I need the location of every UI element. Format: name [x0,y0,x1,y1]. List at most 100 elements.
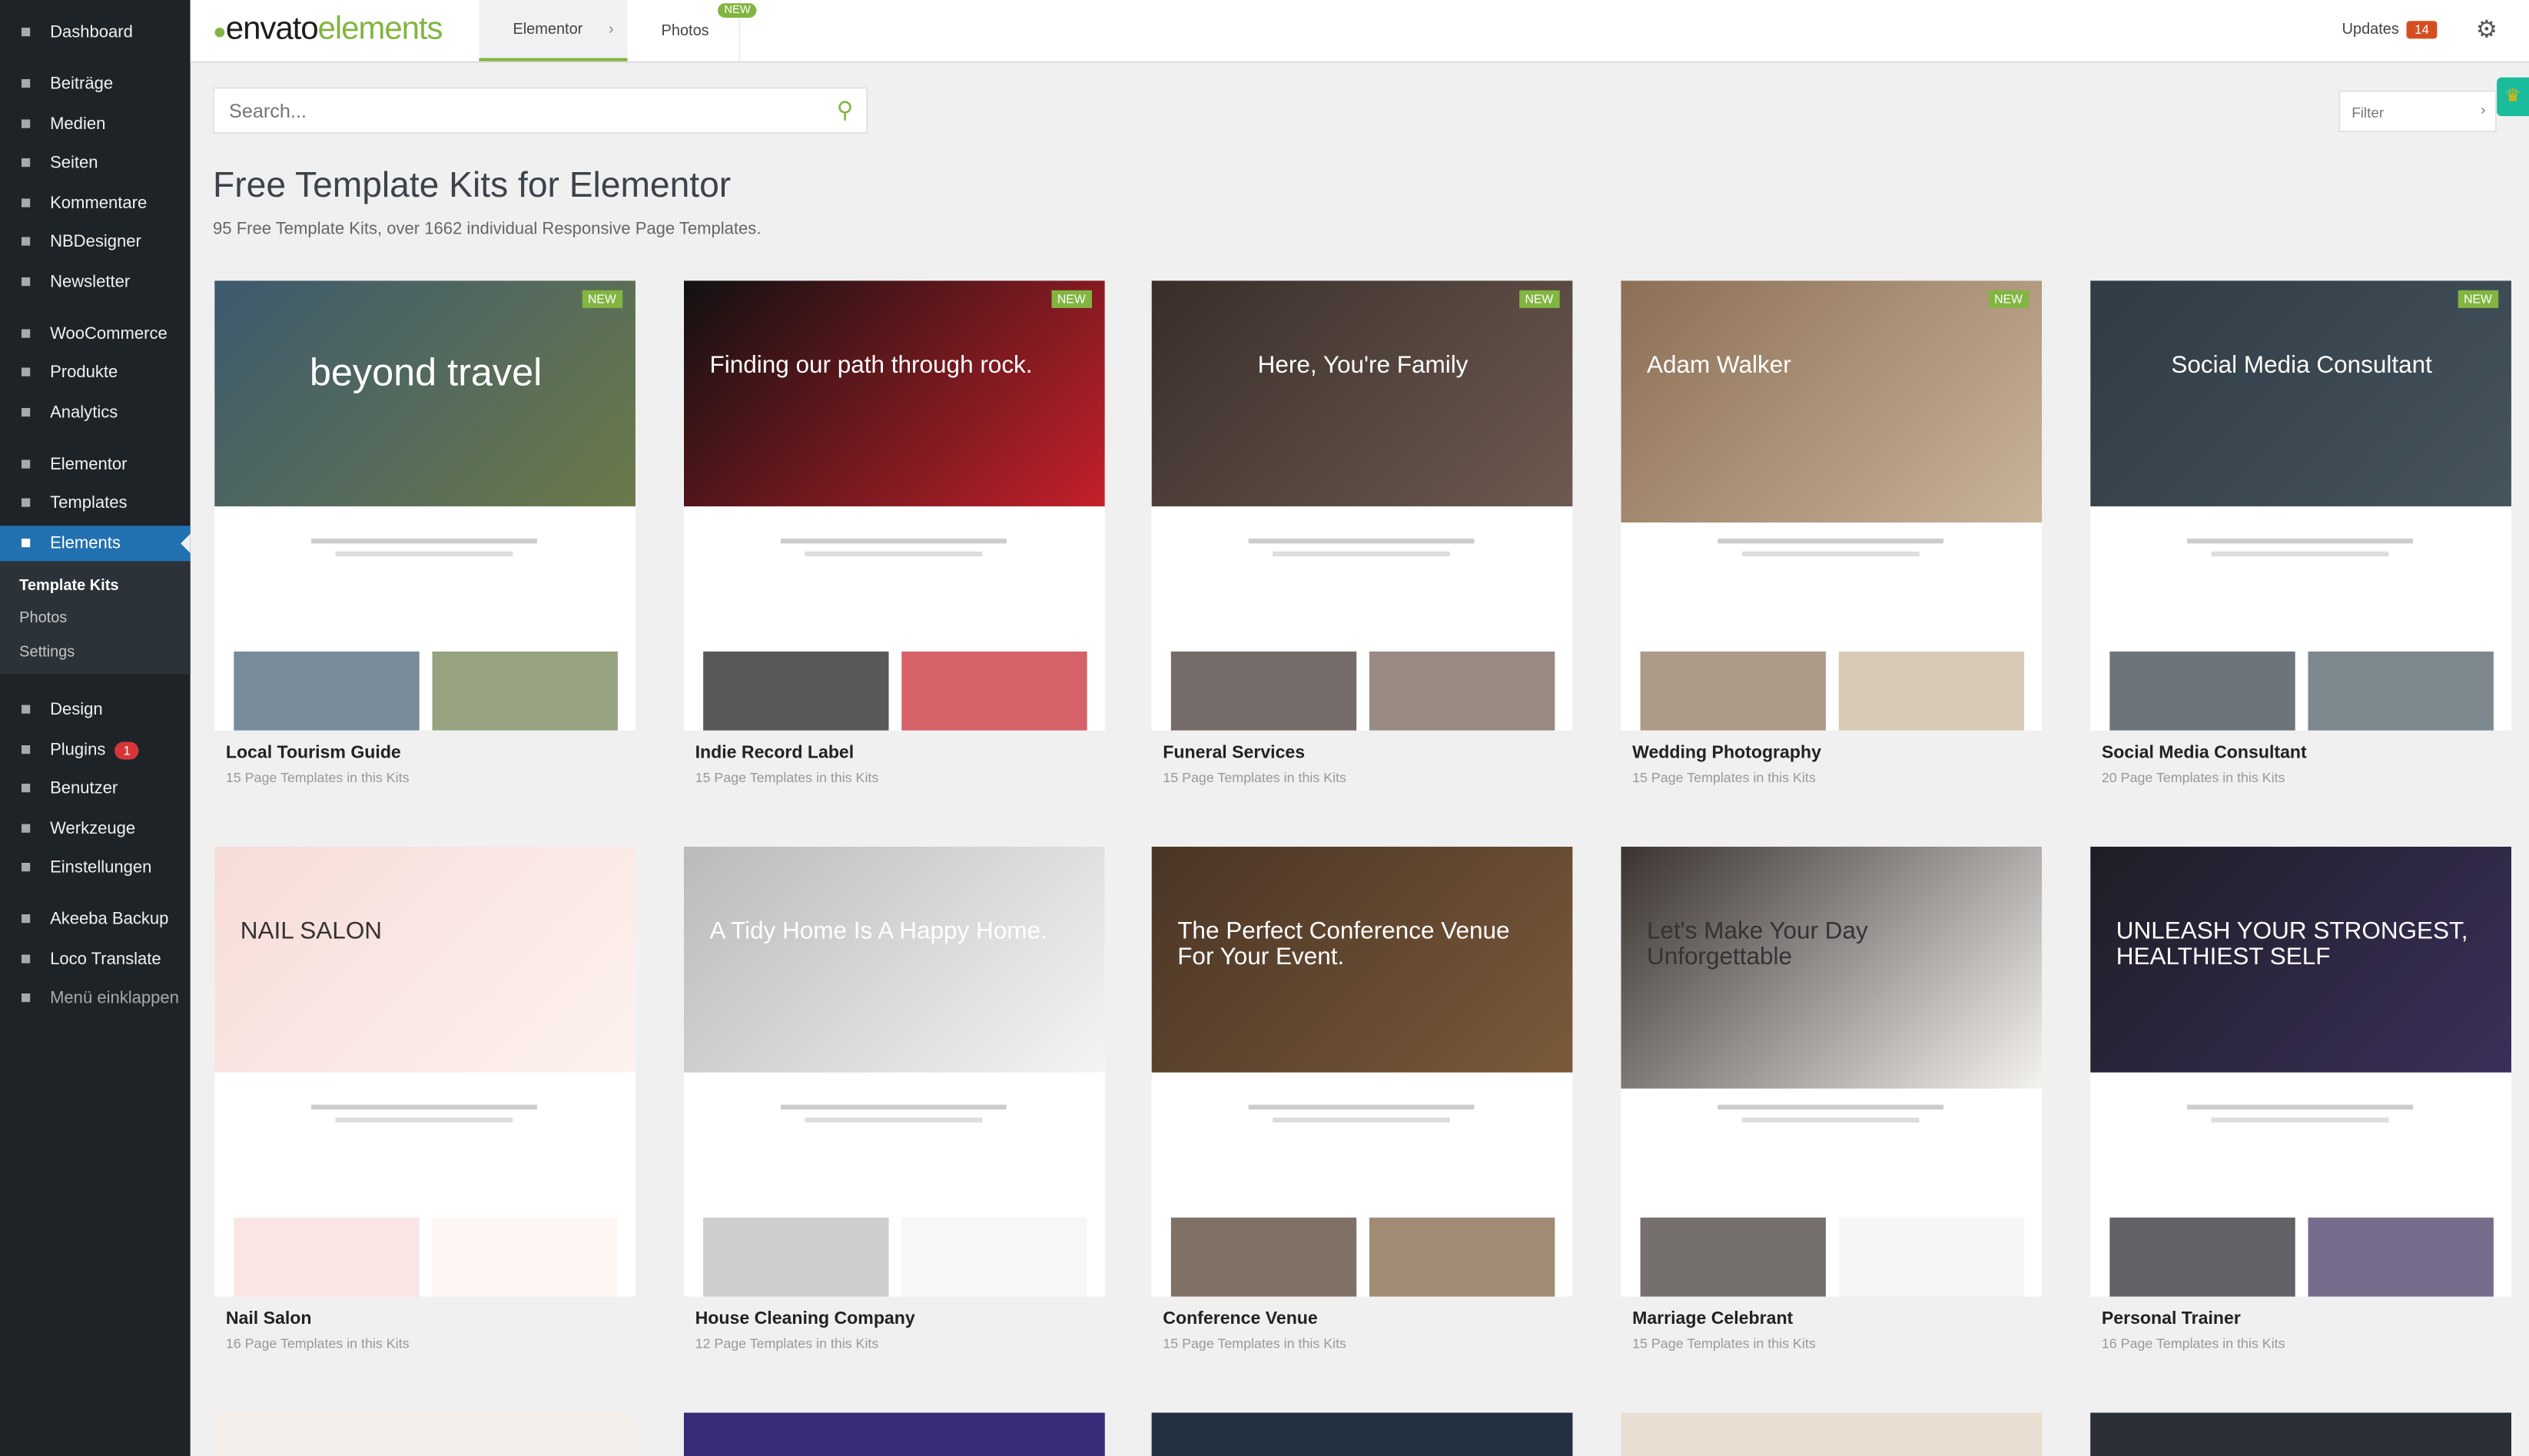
kit-title[interactable]: Social Media Consultant [2102,744,2511,763]
sidebar-item-werkzeuge[interactable]: ■ Werkzeuge [0,811,191,847]
template-kit-card[interactable]: beyond travel NEW Local Tourism Guide 15… [214,280,636,785]
gear-icon[interactable]: ⚙ [2476,15,2497,44]
top-bar: ●envatoelements Elementor › Photos NEW Up… [190,0,2529,63]
kit-title[interactable]: Local Tourism Guide [226,744,636,763]
sidebar-item-medien[interactable]: ■ Medien [0,107,191,142]
sidebar-item-loco-translate[interactable]: ■ Loco Translate [0,942,191,977]
crown-icon[interactable]: ♛ [2497,77,2529,117]
submenu-template-kits[interactable]: Template Kits [19,577,118,595]
mail-icon: ■ [20,272,32,292]
kit-thumbnail[interactable]: Let's Make Your Day Unforgettable [1621,846,2043,1297]
kit-thumbnail-partial[interactable] [2090,1412,2511,1456]
kit-title[interactable]: Nail Salon [226,1309,636,1328]
submenu-photos[interactable]: Photos [19,609,67,627]
sidebar-item-label: Beiträge [50,74,114,94]
settings-icon: ■ [20,857,32,877]
kit-title[interactable]: Personal Trainer [2102,1309,2511,1328]
new-badge: NEW [718,3,758,18]
template-kit-card[interactable]: Here, You're Family NEW Funeral Services… [1151,280,1573,786]
sidebar-item-label: Templates [50,493,128,513]
kit-title[interactable]: House Cleaning Company [695,1309,1105,1328]
wrench-icon: ■ [20,819,32,839]
new-badge: NEW [581,290,623,308]
template-kit-card[interactable]: Finding our path through rock. NEW Indie… [683,280,1105,785]
sidebar-item-kommentare[interactable]: ■ Kommentare [0,185,191,221]
kit-title[interactable]: Wedding Photography [1632,744,2042,763]
kit-page-count: 15 Page Templates in this Kits [225,769,410,786]
template-kit-card[interactable]: NAIL SALON Nail Salon 16 Page Templates … [214,846,636,1352]
sidebar-item-newsletter[interactable]: ■ Newsletter [0,264,191,300]
kit-thumbnail[interactable]: beyond travel NEW [214,280,636,731]
submenu-settings[interactable]: Settings [19,643,75,661]
template-kit-card[interactable]: Social Media Consultant NEW Social Media… [2090,280,2511,785]
kit-title[interactable]: Marriage Celebrant [1632,1309,2042,1328]
sidebar-item-woocommerce[interactable]: ■ WooCommerce [0,316,191,351]
kit-thumbnail[interactable]: The Perfect Conference Venue For Your Ev… [1151,846,1573,1297]
kit-title[interactable]: Funeral Services [1163,744,1572,763]
kit-thumbnail[interactable]: Here, You're Family NEW [1151,280,1573,731]
sidebar-item-dashboard[interactable]: ■ Dashboard [0,15,191,50]
template-kit-card[interactable]: Let's Make Your Day Unforgettable Marria… [1621,846,2043,1352]
search-icon[interactable]: ⚲ [837,97,854,124]
thumbnail-headline: Social Media Consultant [2171,351,2432,380]
kit-thumbnail-partial[interactable] [1621,1412,2043,1456]
sidebar-item-label: Newsletter [50,272,131,292]
sidebar-item-produkte[interactable]: ■ Produkte [0,355,191,390]
tab-elementor[interactable]: Elementor › [479,0,628,61]
sidebar-item-seiten[interactable]: ■ Seiten [0,145,191,181]
template-kit-card[interactable]: A Tidy Home Is A Happy Home. House Clean… [683,846,1105,1352]
envato-logo[interactable]: ●envatoelements [213,12,443,48]
kit-thumbnail[interactable]: UNLEASH YOUR STRONGEST, HEALTHIEST SELF [2090,846,2511,1297]
sidebar-item-benutzer[interactable]: ■ Benutzer [0,771,191,806]
new-badge: NEW [1987,290,2030,308]
kit-thumbnail[interactable]: NAIL SALON [214,846,636,1297]
sidebar-item-label: Plugins [50,740,106,760]
sidebar-item-analytics[interactable]: ■ Analytics [0,395,191,430]
sidebar-item-beitr-ge[interactable]: ■ Beiträge [0,66,191,101]
kit-thumbnail-partial[interactable] [1151,1412,1573,1456]
backup-icon: ■ [20,909,32,929]
sidebar-item-akeeba-backup[interactable]: ■ Akeeba Backup [0,901,191,937]
thumbnail-headline: UNLEASH YOUR STRONGEST, HEALTHIEST SELF [2116,917,2468,971]
kit-page-count: 12 Page Templates in this Kits [695,1335,879,1352]
template-kit-card[interactable]: Adam Walker NEW Wedding Photography 15 P… [1621,280,2043,785]
sidebar-item-design[interactable]: ■ Design [0,692,191,727]
brush-icon: ■ [20,699,32,720]
kit-title[interactable]: Indie Record Label [695,744,1105,763]
sidebar-item-einstellungen[interactable]: ■ Einstellungen [0,850,191,885]
thumbnail-headline: A Tidy Home Is A Happy Home. [709,917,1047,945]
plugins-badge: 1 [115,741,139,759]
kit-thumbnail[interactable]: Adam Walker NEW [1621,280,2043,731]
sidebar-item-elementor[interactable]: ■ Elementor [0,446,191,482]
sidebar-item-label: Elementor [50,454,128,475]
kit-thumbnail[interactable]: Finding our path through rock. NEW [683,280,1105,731]
elementor-icon: ■ [20,454,32,475]
admin-sidebar: ■ Dashboard ■ Beiträge ■ Medien ■ Seiten ■ Kommen… [0,0,191,1456]
template-kit-card[interactable]: UNLEASH YOUR STRONGEST, HEALTHIEST SELF … [2090,846,2511,1352]
plug-icon: ■ [20,740,32,760]
template-kit-card[interactable]: The Perfect Conference Venue For Your Ev… [1151,846,1573,1352]
filter-dropdown[interactable]: Filter › [2338,90,2497,133]
sidebar-item-label: NBDesigner [50,232,141,252]
kit-page-count: 15 Page Templates in this Kits [1163,769,1346,786]
sidebar-item-plugins[interactable]: ■ Plugins 1 [0,732,191,768]
sidebar-item-men-einklappen[interactable]: ■ Menü einklappen [0,980,191,1016]
kit-title[interactable]: Conference Venue [1163,1309,1572,1328]
kit-thumbnail[interactable]: Social Media Consultant NEW [2090,280,2511,731]
pin-icon: ■ [20,74,32,94]
sidebar-item-label: Elements [50,533,121,553]
updates-link[interactable]: Updates 14 [2342,21,2438,39]
sidebar-item-templates[interactable]: ■ Templates [0,486,191,521]
sidebar-item-elements[interactable]: ■ Elements [0,526,191,562]
thumbnail-headline: The Perfect Conference Venue For Your Ev… [1177,917,1510,971]
folder-icon: ■ [20,493,32,513]
kit-thumbnail-partial[interactable] [214,1412,636,1456]
user-icon: ■ [20,778,32,798]
kit-thumbnail-partial[interactable] [683,1412,1105,1456]
thumbnail-headline: beyond travel [309,351,543,396]
search-input[interactable] [225,98,813,124]
sidebar-item-nbdesigner[interactable]: ■ NBDesigner [0,224,191,260]
sidebar-item-label: Seiten [50,153,98,173]
kit-thumbnail[interactable]: A Tidy Home Is A Happy Home. [683,846,1105,1297]
sidebar-item-label: Analytics [50,403,118,423]
